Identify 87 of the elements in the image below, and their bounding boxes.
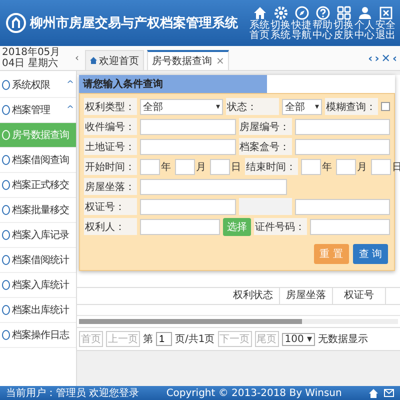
field-label: 开始时间： — [84, 158, 137, 175]
user-icon — [358, 6, 372, 20]
field-label: 权利人： — [84, 218, 137, 235]
date-unit: 年 — [322, 160, 333, 174]
current-date: 2018年05月04日 星期六 — [1, 47, 62, 69]
column-header: 权证号 — [333, 288, 386, 304]
logo-icon — [6, 13, 26, 33]
pagination-message: 无数据显示 — [318, 333, 368, 346]
date-field[interactable] — [301, 158, 321, 174]
input-field[interactable] — [140, 138, 236, 154]
date-unit: 月 — [357, 160, 368, 174]
sidebar-item[interactable]: 档案批量移交 — [0, 198, 76, 223]
input-field[interactable] — [140, 198, 236, 214]
horizontal-scrollbar[interactable] — [79, 319, 398, 324]
field-label: 房屋坐落： — [84, 178, 137, 195]
header-action-button[interactable]: 切换系统 — [270, 6, 291, 40]
grid-icon — [336, 6, 350, 20]
select-field[interactable]: 全部 ▾ — [282, 98, 322, 114]
field-label: 权利类型： — [84, 98, 137, 115]
date-unit: 日 — [231, 160, 242, 174]
page-number-field[interactable]: 1 — [156, 332, 172, 346]
exit-icon — [378, 6, 392, 20]
field-label: 档案盒号： — [238, 138, 292, 155]
field-label: 状态： — [226, 98, 279, 115]
sidebar-item[interactable]: 档案借阅统计 — [0, 248, 76, 273]
sidebar-item[interactable]: 档案正式移交 — [0, 173, 76, 198]
page-tab[interactable]: 欢迎首页 — [85, 50, 144, 70]
field-label: 权证号： — [84, 198, 137, 215]
tab-nav-button[interactable]: ‹ — [392, 52, 397, 64]
date-field[interactable] — [371, 158, 391, 174]
sidebar-item[interactable]: 档案入库记录 — [0, 223, 76, 248]
sidebar-item[interactable]: 档案入库统计 — [0, 273, 76, 298]
page-size-select[interactable]: 100 ▾ — [282, 332, 316, 346]
input-field[interactable] — [140, 218, 220, 234]
copyright-text: Copyright © 2013-2018 By Winsun — [166, 388, 342, 398]
field-label: 结束时间： — [245, 158, 298, 175]
header-action-button[interactable]: 帮助中心 — [312, 6, 333, 40]
date-field[interactable] — [210, 158, 230, 174]
header-action-button[interactable]: 系统首页 — [249, 6, 270, 40]
help-icon — [316, 6, 330, 20]
field-label: 土地证号： — [84, 138, 137, 155]
system-title: 柳州市房屋交易与产权档案管理系统 — [30, 14, 238, 32]
date-field[interactable] — [140, 158, 160, 174]
page-prefix: 第 — [143, 333, 153, 346]
field-label: 房屋编号： — [238, 118, 292, 135]
dialog-title: 请您输入条件查询 — [79, 75, 267, 93]
date-unit: 日 — [392, 160, 400, 174]
sidebar-item[interactable]: 档案出库统计 — [0, 298, 76, 323]
date-unit: 年 — [161, 160, 172, 174]
sidebar-item[interactable]: 档案操作日志 — [0, 323, 76, 348]
date-field[interactable] — [336, 158, 356, 174]
mail-icon[interactable] — [384, 389, 394, 397]
page-count: 页/共1页 — [175, 332, 215, 346]
footer-user-text: 当前用户：管理员 欢迎您登录 — [6, 386, 140, 400]
tab-nav-button[interactable]: ✕ — [381, 52, 390, 64]
date-unit: 月 — [196, 160, 207, 174]
tab-nav-button[interactable]: ‹ — [368, 52, 373, 64]
input-field[interactable] — [140, 118, 236, 134]
compass-icon — [294, 6, 308, 20]
search-button[interactable]: 查 询 — [352, 244, 388, 264]
sidebar-item[interactable]: 系统权限 ^ — [0, 73, 76, 98]
field-label: 收件编号： — [84, 118, 137, 135]
tab-nav-button[interactable]: › — [374, 52, 380, 64]
input-field[interactable] — [140, 178, 287, 194]
checkbox[interactable] — [381, 102, 390, 111]
input-field[interactable] — [294, 138, 390, 154]
collapse-button[interactable]: ‹ — [72, 52, 82, 64]
home-icon[interactable] — [368, 388, 378, 398]
column-header: 房屋坐落 — [280, 288, 333, 304]
blank-label-cell — [238, 198, 292, 215]
header-action-button[interactable]: 个人中心 — [354, 6, 375, 40]
input-field[interactable] — [294, 118, 390, 134]
home-icon — [252, 6, 266, 20]
header-action-button[interactable]: 快捷导航 — [291, 6, 312, 40]
date-field[interactable] — [175, 158, 195, 174]
page-tab[interactable]: 房号数据查询 × — [147, 50, 230, 70]
home-icon — [90, 57, 97, 64]
column-header: 权利状态 — [227, 288, 280, 304]
header-action-button[interactable]: 切换皮肤 — [333, 6, 354, 40]
select-field[interactable]: 全部 ▾ — [140, 98, 223, 114]
settings-icon — [274, 6, 288, 20]
input-field[interactable] — [310, 218, 390, 234]
sidebar-item[interactable]: 档案借阅查询 — [0, 148, 76, 173]
input-field[interactable] — [294, 198, 390, 214]
field-label: 证件号码： — [254, 218, 307, 235]
header-action-button[interactable]: 安全退出 — [375, 6, 396, 40]
field-label: 模糊查询： — [325, 98, 378, 115]
